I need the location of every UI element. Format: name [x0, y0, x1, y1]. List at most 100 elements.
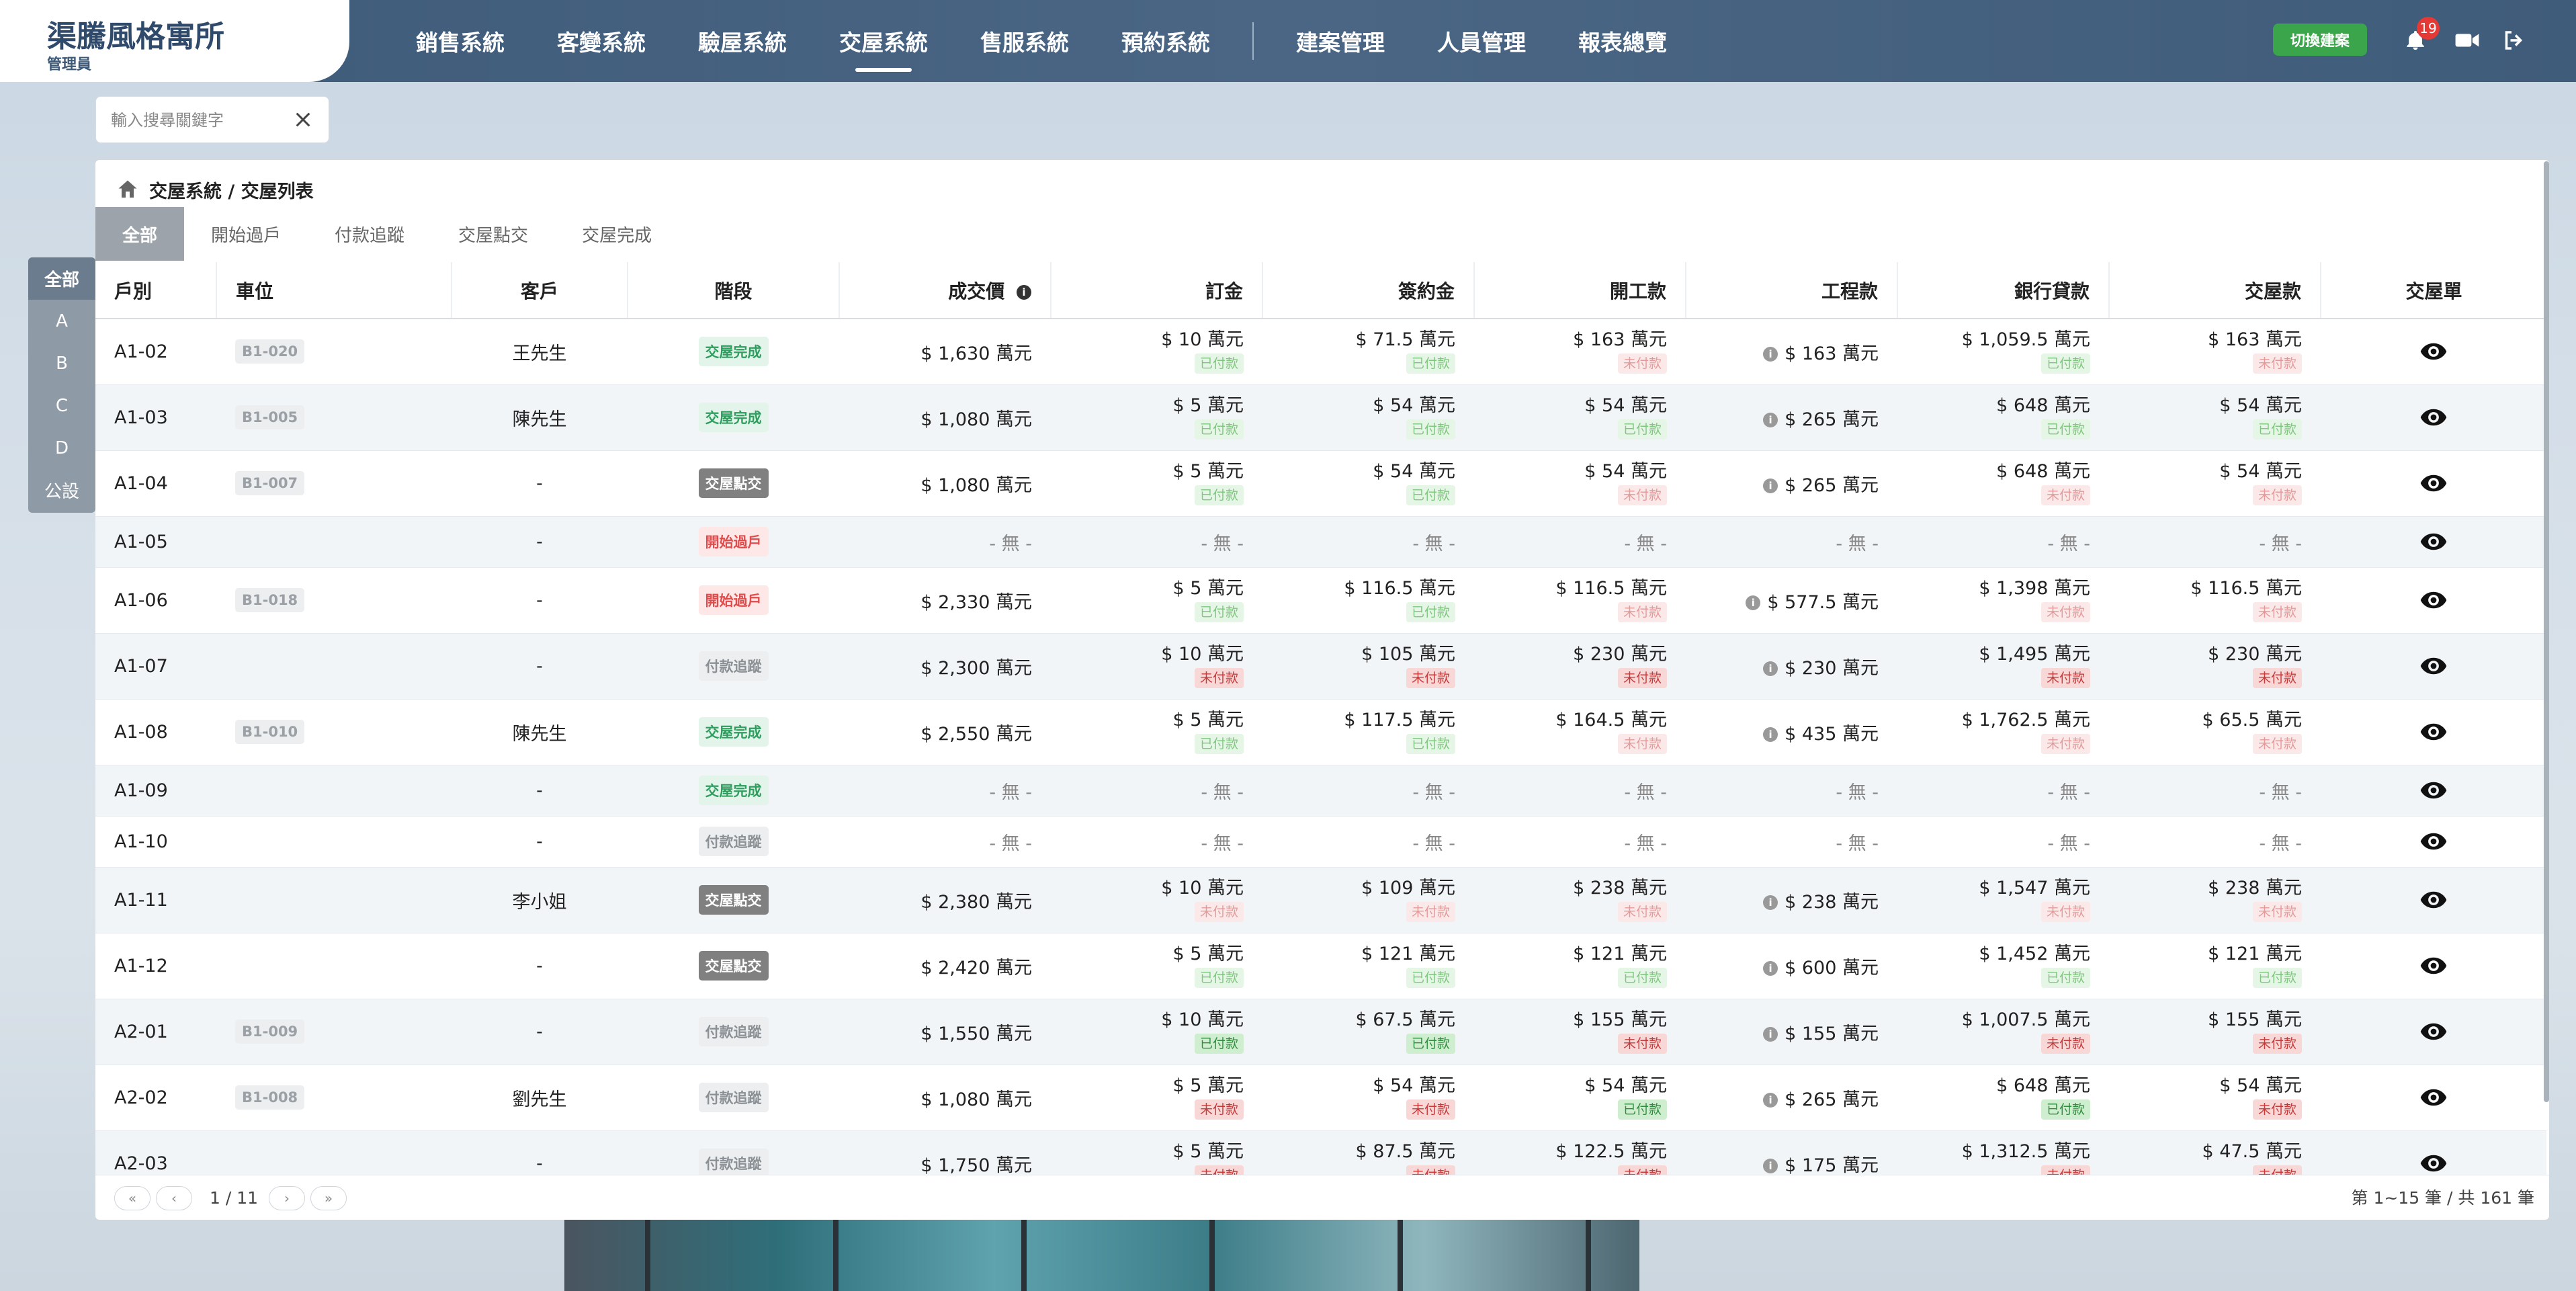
- nav-booking[interactable]: 預約系統: [1121, 25, 1210, 57]
- view-handover-form-cell[interactable]: [2321, 816, 2546, 868]
- info-icon[interactable]: i: [1746, 595, 1761, 610]
- table-row[interactable]: A1-09- 交屋完成 - 無 -- 無 -- 無 -- 無 -- 無 -- 無 -…: [95, 765, 2546, 817]
- first-page-button[interactable]: «: [114, 1186, 151, 1210]
- info-icon[interactable]: i: [1763, 1159, 1778, 1173]
- table-row[interactable]: A1-11 李小姐 交屋點交 $ 2,380 萬元 $ 10 萬元 未付款 $ 109 萬元…: [95, 867, 2546, 933]
- nav-staff-management[interactable]: 人員管理: [1437, 25, 1526, 57]
- col-bank-loan[interactable]: 銀行貸款: [1897, 262, 2110, 319]
- eye-icon[interactable]: [2419, 1017, 2448, 1046]
- index-b[interactable]: B: [28, 342, 95, 384]
- info-icon[interactable]: i: [1763, 413, 1778, 427]
- table-row[interactable]: A1-10- 付款追蹤 - 無 -- 無 -- 無 -- 無 -- 無 -- 無 -…: [95, 816, 2546, 868]
- eye-icon[interactable]: [2419, 827, 2448, 856]
- col-deposit[interactable]: 訂金: [1051, 262, 1263, 319]
- info-icon[interactable]: i: [1763, 895, 1778, 910]
- home-icon[interactable]: [116, 177, 140, 202]
- index-a[interactable]: A: [28, 300, 95, 342]
- col-parking[interactable]: 車位: [216, 262, 452, 319]
- switch-project-button[interactable]: 切換建案: [2273, 24, 2367, 56]
- prev-page-button[interactable]: ‹: [156, 1186, 192, 1210]
- view-handover-form-cell[interactable]: [2321, 567, 2546, 634]
- tab-all[interactable]: 全部: [95, 207, 185, 261]
- info-icon[interactable]: i: [1763, 478, 1778, 493]
- view-handover-form-cell[interactable]: [2321, 933, 2546, 999]
- eye-icon[interactable]: [2419, 886, 2448, 914]
- next-page-button[interactable]: ›: [269, 1186, 305, 1210]
- customer-cell: -: [452, 567, 628, 634]
- eye-icon[interactable]: [2419, 1149, 2448, 1175]
- payment-status-badge: 已付款: [1194, 602, 1244, 622]
- table-row[interactable]: A2-01 B1-009- 付款追蹤 $ 1,550 萬元 $ 10 萬元 已付款 $ 67…: [95, 999, 2546, 1065]
- info-icon[interactable]: i: [1763, 1027, 1778, 1042]
- eye-icon[interactable]: [2419, 337, 2448, 366]
- index-all[interactable]: 全部: [28, 257, 95, 300]
- index-c[interactable]: C: [28, 384, 95, 427]
- col-price[interactable]: 成交價 i: [839, 262, 1051, 319]
- last-page-button[interactable]: »: [310, 1186, 347, 1210]
- eye-icon[interactable]: [2419, 528, 2448, 556]
- tab-payment-tracking[interactable]: 付款追蹤: [308, 207, 431, 261]
- tab-handover-inspection[interactable]: 交屋點交: [431, 207, 555, 261]
- clear-search-icon[interactable]: [292, 109, 314, 130]
- view-handover-form-cell[interactable]: [2321, 999, 2546, 1065]
- view-handover-form-cell[interactable]: [2321, 516, 2546, 568]
- tab-start-transfer[interactable]: 開始過戶: [184, 207, 308, 261]
- table-row[interactable]: A1-05- 開始過戶 - 無 -- 無 -- 無 -- 無 -- 無 -- 無 -…: [95, 516, 2546, 568]
- view-handover-form-cell[interactable]: [2321, 1130, 2546, 1175]
- view-handover-form-cell[interactable]: [2321, 699, 2546, 765]
- info-icon[interactable]: i: [1763, 347, 1778, 362]
- eye-icon[interactable]: [2419, 403, 2448, 431]
- eye-icon[interactable]: [2419, 718, 2448, 746]
- table-row[interactable]: A1-07- 付款追蹤 $ 2,300 萬元 $ 10 萬元 未付款 $ 105 萬元 未付…: [95, 633, 2546, 700]
- vertical-scrollbar[interactable]: [2544, 161, 2549, 1102]
- eye-icon[interactable]: [2419, 1083, 2448, 1112]
- table-row[interactable]: A1-04 B1-007- 交屋點交 $ 1,080 萬元 $ 5 萬元 已付款 $ 54 …: [95, 450, 2546, 517]
- logout-icon[interactable]: [2499, 26, 2528, 55]
- eye-icon[interactable]: [2419, 586, 2448, 614]
- tab-handover-complete[interactable]: 交屋完成: [555, 207, 679, 261]
- info-icon[interactable]: i: [1017, 284, 1031, 300]
- nav-after-sales[interactable]: 售服系統: [980, 25, 1069, 57]
- col-contract[interactable]: 簽約金: [1262, 262, 1475, 319]
- info-icon[interactable]: i: [1763, 1093, 1778, 1108]
- eye-icon[interactable]: [2419, 469, 2448, 497]
- col-handover-payment[interactable]: 交屋款: [2109, 262, 2321, 319]
- nav-reports[interactable]: 報表總覽: [1578, 25, 1667, 57]
- search-input[interactable]: [110, 97, 294, 144]
- index-public[interactable]: 公設: [28, 469, 95, 511]
- video-camera-icon[interactable]: [2452, 26, 2482, 55]
- table-row[interactable]: A1-02 B1-020 王先生 交屋完成 $ 1,630 萬元 $ 10 萬元 已付款 $ …: [95, 319, 2546, 385]
- info-icon[interactable]: i: [1763, 727, 1778, 742]
- nav-project-management[interactable]: 建案管理: [1296, 25, 1385, 57]
- index-d[interactable]: D: [28, 427, 95, 469]
- table-row[interactable]: A1-03 B1-005 陳先生 交屋完成 $ 1,080 萬元 $ 5 萬元 已付款 $ 5…: [95, 384, 2546, 451]
- col-stage[interactable]: 階段: [628, 262, 840, 319]
- nav-handover[interactable]: 交屋系統: [839, 25, 928, 72]
- table-row[interactable]: A1-06 B1-018- 開始過戶 $ 2,330 萬元 $ 5 萬元 已付款 $ 116…: [95, 567, 2546, 634]
- view-handover-form-cell[interactable]: [2321, 633, 2546, 700]
- eye-icon[interactable]: [2419, 776, 2448, 804]
- table-row[interactable]: A1-08 B1-010 陳先生 交屋完成 $ 2,550 萬元 $ 5 萬元 已付款 $ 1…: [95, 699, 2546, 765]
- eye-icon[interactable]: [2419, 652, 2448, 680]
- col-customer[interactable]: 客戶: [452, 262, 628, 319]
- table-row[interactable]: A2-03-付款追蹤$ 1,750 萬元$ 5 萬元未付款$ 87.5 萬元未付…: [95, 1130, 2546, 1175]
- info-icon[interactable]: i: [1763, 661, 1778, 676]
- nav-sales[interactable]: 銷售系統: [416, 25, 505, 57]
- view-handover-form-cell[interactable]: [2321, 450, 2546, 517]
- table-row[interactable]: A2-02 B1-008 劉先生 付款追蹤 $ 1,080 萬元 $ 5 萬元 未付款 $ 5…: [95, 1065, 2546, 1131]
- col-unit[interactable]: 戶別: [95, 262, 217, 319]
- view-handover-form-cell[interactable]: [2321, 384, 2546, 451]
- view-handover-form-cell[interactable]: [2321, 867, 2546, 933]
- table-row[interactable]: A1-12- 交屋點交 $ 2,420 萬元 $ 5 萬元 已付款 $ 121 萬元 已付款…: [95, 933, 2546, 999]
- col-engineering[interactable]: 工程款: [1686, 262, 1898, 319]
- eye-icon[interactable]: [2419, 952, 2448, 980]
- view-handover-form-cell[interactable]: [2321, 319, 2546, 385]
- col-start-payment[interactable]: 開工款: [1474, 262, 1686, 319]
- view-handover-form-cell[interactable]: [2321, 765, 2546, 817]
- price-cell: $ 1,630 萬元: [839, 319, 1051, 385]
- col-handover-form[interactable]: 交屋單: [2321, 262, 2546, 319]
- view-handover-form-cell[interactable]: [2321, 1065, 2546, 1131]
- info-icon[interactable]: i: [1763, 961, 1778, 976]
- nav-inspection[interactable]: 驗屋系統: [698, 25, 787, 57]
- nav-customization[interactable]: 客變系統: [557, 25, 646, 57]
